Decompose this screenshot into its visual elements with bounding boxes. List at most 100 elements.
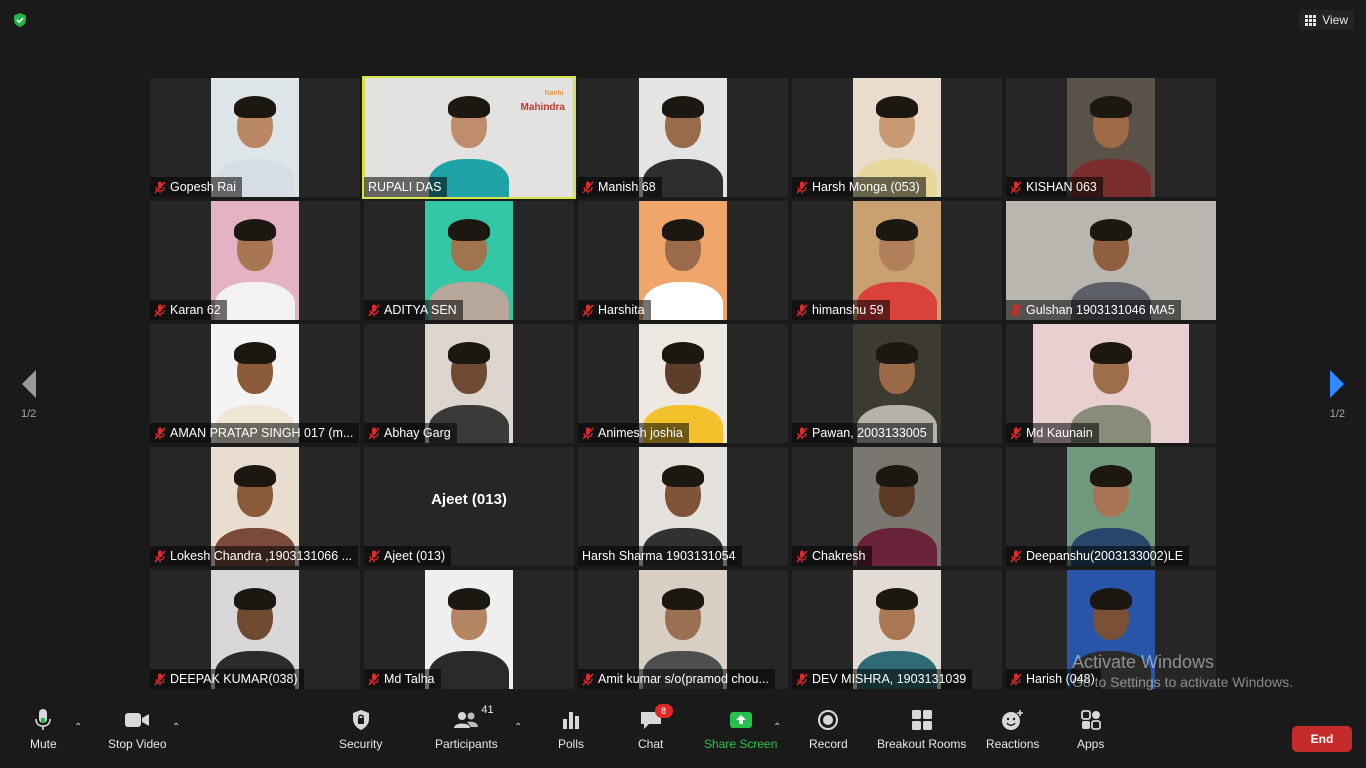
participant-hair	[662, 588, 704, 610]
muted-microphone-icon	[154, 180, 166, 194]
muted-microphone-icon	[1010, 549, 1022, 563]
participant-hair	[448, 342, 490, 364]
muted-microphone-icon	[796, 180, 808, 194]
participant-tile[interactable]: Ajeet (013) Ajeet (013)	[364, 447, 574, 566]
participant-name: Harsh Monga (053)	[812, 180, 920, 194]
participant-name: RUPALI DAS	[368, 180, 442, 194]
participant-hair	[448, 219, 490, 241]
participant-nameplate: ADITYA SEN	[364, 300, 463, 320]
participant-tile[interactable]: Karan 62	[150, 201, 360, 320]
participant-nameplate: Harsh Monga (053)	[792, 177, 926, 197]
muted-microphone-icon	[1010, 303, 1022, 317]
breakout-rooms-button[interactable]: Breakout Rooms	[877, 706, 966, 751]
share-options-caret-icon[interactable]: ⌃	[773, 722, 781, 733]
record-icon	[817, 706, 839, 734]
participant-hair	[1090, 588, 1132, 610]
participants-count: 41	[481, 704, 494, 716]
participant-nameplate: DEV MISHRA, 1903131039	[792, 669, 973, 689]
participant-nameplate: Manish 68	[578, 177, 662, 197]
participant-tile[interactable]: Nanhi Mahindra RUPALI DAS	[362, 76, 576, 199]
participant-tile[interactable]: Harsh Sharma 1903131054	[578, 447, 788, 566]
top-bar: View	[0, 0, 1366, 40]
participant-nameplate: KISHAN 063	[1006, 177, 1103, 197]
breakout-rooms-icon	[911, 706, 933, 734]
participant-nameplate: Chakresh	[792, 546, 872, 566]
audio-options-caret-icon[interactable]: ⌃	[74, 722, 82, 733]
participant-tile[interactable]: KISHAN 063	[1006, 78, 1216, 197]
mute-button[interactable]: Mute	[30, 706, 57, 751]
stop-video-button[interactable]: Stop Video	[108, 706, 167, 751]
encryption-shield-icon[interactable]	[12, 12, 28, 28]
participant-hair	[876, 96, 918, 118]
participant-tile[interactable]: Gopesh Rai	[150, 78, 360, 197]
participant-tile[interactable]: Deepanshu(2003133002)LE	[1006, 447, 1216, 566]
apps-button[interactable]: Apps	[1077, 706, 1104, 751]
participant-name: DEEPAK KUMAR(038)	[170, 672, 298, 686]
mahindra-logo: Mahindra	[520, 102, 565, 113]
security-button[interactable]: Security	[339, 706, 382, 751]
participant-hair	[662, 342, 704, 364]
muted-microphone-icon	[582, 180, 594, 194]
breakout-rooms-label: Breakout Rooms	[877, 737, 967, 751]
participant-tile[interactable]: DEV MISHRA, 1903131039	[792, 570, 1002, 689]
participant-hair	[662, 465, 704, 487]
participants-button[interactable]: 41 Participants	[435, 704, 498, 751]
previous-page-arrow-icon[interactable]	[18, 368, 46, 400]
chat-button[interactable]: 8 Chat	[638, 704, 673, 751]
participant-name: Amit kumar s/o(pramod chou...	[598, 672, 769, 686]
muted-microphone-icon	[582, 426, 594, 440]
participant-tile[interactable]: Gulshan 1903131046 MA5	[1006, 201, 1216, 320]
participant-name: himanshu 59	[812, 303, 884, 317]
polls-button[interactable]: Polls	[558, 706, 584, 751]
muted-microphone-icon	[582, 303, 594, 317]
muted-microphone-icon	[154, 303, 166, 317]
participant-tile[interactable]: himanshu 59	[792, 201, 1002, 320]
video-options-caret-icon[interactable]: ⌃	[172, 722, 180, 733]
participant-nameplate: Animesh joshia	[578, 423, 689, 443]
muted-microphone-icon	[1010, 426, 1022, 440]
participant-tile[interactable]: Harshita	[578, 201, 788, 320]
participant-tile[interactable]: AMAN PRATAP SINGH 017 (m...	[150, 324, 360, 443]
end-meeting-button[interactable]: End	[1292, 726, 1352, 752]
participant-tile[interactable]: Abhay Garg	[364, 324, 574, 443]
participant-tile[interactable]: Pawan, 2003133005	[792, 324, 1002, 443]
muted-microphone-icon	[796, 426, 808, 440]
muted-microphone-icon	[154, 426, 166, 440]
record-button[interactable]: Record	[809, 706, 848, 751]
view-label: View	[1322, 13, 1348, 27]
participant-name: ADITYA SEN	[384, 303, 457, 317]
participant-tile[interactable]: Harsh Monga (053)	[792, 78, 1002, 197]
participants-label: Participants	[435, 737, 498, 751]
participant-name: KISHAN 063	[1026, 180, 1097, 194]
participant-hair	[876, 342, 918, 364]
grid-view-icon	[1305, 14, 1317, 26]
security-label: Security	[339, 737, 383, 751]
participant-tile[interactable]: DEEPAK KUMAR(038)	[150, 570, 360, 689]
participants-icon: 41	[453, 704, 494, 734]
next-page-arrow-icon[interactable]	[1320, 368, 1348, 400]
chat-label: Chat	[638, 737, 664, 751]
participant-tile[interactable]: Md Kaunain	[1006, 324, 1216, 443]
muted-microphone-icon	[154, 549, 166, 563]
participant-tile[interactable]: Chakresh	[792, 447, 1002, 566]
meeting-toolbar: Mute ⌃ Stop Video ⌃ Security 41 Particip…	[0, 698, 1366, 768]
participant-body	[643, 282, 723, 320]
participant-name: AMAN PRATAP SINGH 017 (m...	[170, 426, 354, 440]
reactions-button[interactable]: Reactions	[986, 706, 1039, 751]
participant-name: Gopesh Rai	[170, 180, 237, 194]
participant-tile[interactable]: Manish 68	[578, 78, 788, 197]
participant-tile[interactable]: ADITYA SEN	[364, 201, 574, 320]
participant-hair	[1090, 96, 1132, 118]
participants-options-caret-icon[interactable]: ⌃	[514, 722, 522, 733]
microphone-icon	[32, 706, 54, 734]
participant-tile[interactable]: Animesh joshia	[578, 324, 788, 443]
participant-name: Pawan, 2003133005	[812, 426, 927, 440]
participant-tile[interactable]: Md Talha	[364, 570, 574, 689]
participant-tile[interactable]: Amit kumar s/o(pramod chou...	[578, 570, 788, 689]
participant-name: Harsh Sharma 1903131054	[582, 549, 736, 563]
share-screen-button[interactable]: Share Screen	[704, 706, 777, 751]
participant-tile[interactable]: Lokesh Chandra ,1903131066 ...	[150, 447, 360, 566]
participant-nameplate: AMAN PRATAP SINGH 017 (m...	[150, 423, 360, 443]
view-button[interactable]: View	[1299, 10, 1354, 30]
participant-body	[429, 651, 509, 689]
